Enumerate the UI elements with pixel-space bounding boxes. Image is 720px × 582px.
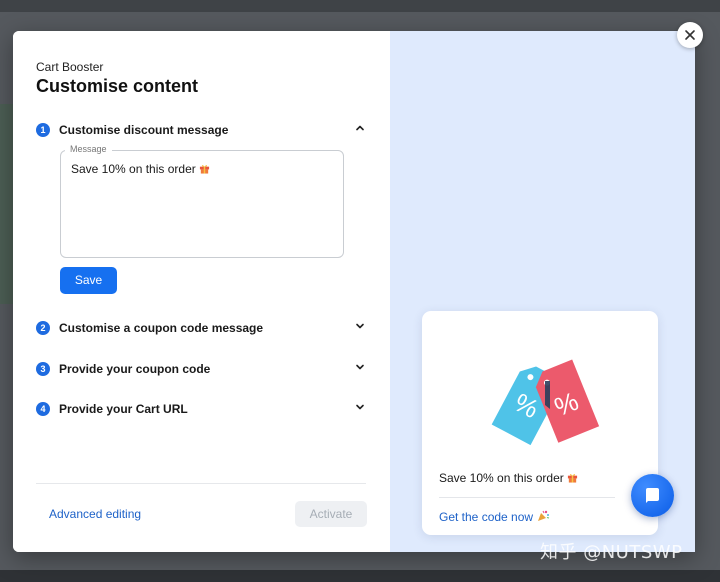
message-text: Save 10% on this order — [71, 162, 196, 176]
preview-divider — [439, 497, 615, 498]
preview-card: % % Save 10% on this order Get the code … — [422, 311, 658, 535]
step-label: Provide your Cart URL — [59, 402, 188, 416]
step-discount-message[interactable]: 1 Customise discount message — [36, 120, 366, 142]
chevron-down-icon[interactable] — [354, 361, 366, 373]
advanced-editing-link[interactable]: Advanced editing — [49, 507, 141, 521]
chevron-down-icon[interactable] — [354, 320, 366, 332]
gift-icon — [199, 165, 209, 174]
settings-pane: Cart Booster Customise content 1 Customi… — [13, 31, 390, 552]
discount-tags-icon: % % — [491, 359, 600, 446]
step-number-badge: 4 — [36, 402, 50, 416]
customise-content-dialog: Cart Booster Customise content 1 Customi… — [13, 31, 695, 552]
step-number-badge: 2 — [36, 321, 50, 335]
message-field[interactable]: Save 10% on this order — [60, 150, 344, 258]
background-panel — [0, 104, 14, 304]
step-label: Customise a coupon code message — [59, 321, 264, 335]
step-cart-url[interactable]: 4 Provide your Cart URL — [36, 399, 366, 421]
page-title: Customise content — [36, 76, 199, 96]
step-label: Customise discount message — [59, 123, 229, 137]
watermark: 知乎 @NUTSWP — [540, 542, 683, 563]
gift-icon — [567, 474, 577, 483]
chat-launcher-button[interactable] — [631, 474, 674, 517]
close-icon — [685, 30, 695, 40]
step-coupon-code[interactable]: 3 Provide your coupon code — [36, 359, 366, 381]
save-button[interactable]: Save — [60, 267, 117, 294]
step-coupon-message[interactable]: 2 Customise a coupon code message — [36, 318, 366, 340]
chevron-up-icon[interactable] — [354, 122, 366, 134]
close-dialog-button[interactable] — [677, 22, 703, 48]
preview-message: Save 10% on this order — [439, 471, 578, 485]
chat-icon — [646, 488, 659, 503]
step-number-badge: 1 — [36, 123, 50, 137]
step-number-badge: 3 — [36, 362, 50, 376]
activate-button[interactable]: Activate — [295, 501, 367, 527]
step-label: Provide your coupon code — [59, 362, 211, 376]
preview-message-text: Save 10% on this order — [439, 471, 564, 485]
background-footer — [0, 570, 720, 582]
get-code-link[interactable]: Get the code now — [439, 509, 550, 524]
message-input-value[interactable]: Save 10% on this order — [71, 162, 210, 176]
app-name: Cart Booster — [36, 60, 104, 74]
get-code-link-text: Get the code now — [439, 510, 534, 524]
chevron-down-icon[interactable] — [354, 401, 366, 413]
footer-divider — [36, 483, 366, 484]
message-field-label: Message — [65, 144, 112, 154]
party-popper-icon — [538, 510, 550, 521]
background-topbar — [0, 0, 720, 12]
